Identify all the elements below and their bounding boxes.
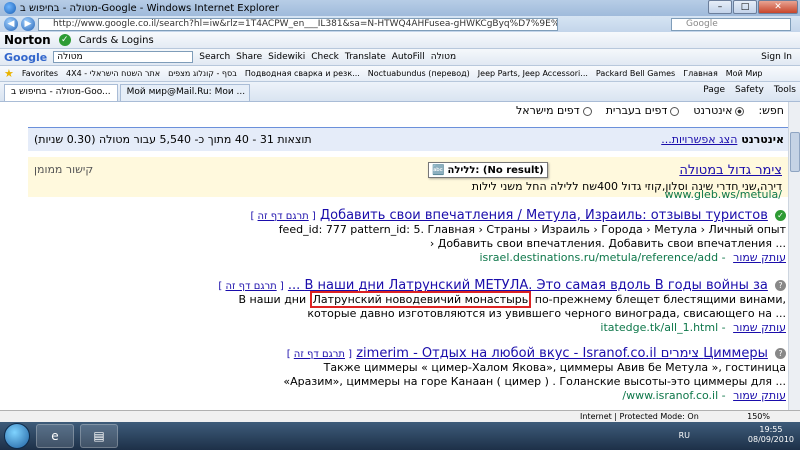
vertical-scrollbar[interactable] bbox=[788, 102, 800, 410]
autofill-button[interactable]: AutoFill bbox=[392, 52, 425, 62]
security-zone: Internet | Protected Mode: On bbox=[580, 412, 699, 421]
window-controls: – □ ✕ bbox=[708, 0, 798, 14]
filter-web[interactable]: אינטרנט bbox=[693, 104, 745, 117]
show-options-link[interactable]: הצג אפשרויות... bbox=[661, 133, 737, 146]
taskbar: e ▤ RU 19:55 08/09/2010 bbox=[0, 422, 800, 450]
highlight-term-button[interactable]: מטולה bbox=[431, 52, 456, 62]
tools-menu[interactable]: Tools bbox=[774, 85, 796, 95]
norton-safe-icon[interactable]: ✓ bbox=[58, 34, 71, 46]
fav-item[interactable]: Noctuabundus (перевод) bbox=[368, 69, 470, 78]
search-result: ? Циммеры צימרים zimerim - Отдых на любо… bbox=[226, 346, 786, 402]
results-statusbar: תוצאות 31 - 40 מתוך כ- 5,540 עבור מטולה … bbox=[28, 127, 790, 151]
radio-icon[interactable] bbox=[670, 106, 680, 116]
minimize-button[interactable]: – bbox=[708, 0, 732, 14]
result-url: itatedge.tk/all_1.html bbox=[600, 321, 719, 334]
fav-item[interactable]: Мой Мир bbox=[726, 69, 763, 78]
search-filters: חפש: אינטרנט דפים בעברית דפים מישראל bbox=[516, 104, 784, 117]
translate-tooltip: 🔤 ללילה: (No result) bbox=[428, 162, 548, 178]
filter-hebrew[interactable]: דפים בעברית bbox=[606, 104, 680, 117]
filter-israel[interactable]: דפים מישראל bbox=[516, 104, 592, 117]
zoom-level[interactable]: 150% bbox=[747, 412, 770, 421]
translate-page-link[interactable]: תרגם דף זה bbox=[258, 211, 309, 222]
result-snippet: › Добавить свои впечатления. Добавить св… bbox=[429, 237, 786, 250]
taskbar-ie-icon[interactable]: e bbox=[36, 424, 74, 448]
clock[interactable]: 19:55 08/09/2010 bbox=[748, 425, 794, 445]
cards-logins-button[interactable]: Cards & Logins bbox=[79, 35, 154, 46]
result-url: israel.destinations.ru/metula/reference/… bbox=[479, 251, 719, 264]
taskbar-folder-icon[interactable]: ▤ bbox=[80, 424, 118, 448]
norton-toolbar: Norton ✓ Cards & Logins bbox=[0, 32, 800, 49]
share-button[interactable]: Share bbox=[236, 52, 262, 62]
result-snippet: Также циммеры « цимер-Халом Якова», цимм… bbox=[323, 361, 786, 374]
google-toolbar-search-input[interactable]: מטולה bbox=[53, 51, 194, 63]
result-url: www.isranof.co.il/ bbox=[622, 389, 719, 402]
section-title: אינטרנט הצג אפשרויות... bbox=[661, 133, 784, 146]
cached-link[interactable]: עותק שמור bbox=[733, 389, 786, 402]
google-toolbar: Google מטולה Search Share Sidewiki Check… bbox=[0, 49, 800, 66]
radio-icon[interactable] bbox=[582, 106, 592, 116]
ie-logo-icon bbox=[4, 2, 16, 14]
favorites-button[interactable]: Favorites bbox=[22, 69, 58, 78]
check-button[interactable]: Check bbox=[311, 52, 339, 62]
cached-link[interactable]: עותק שמור bbox=[733, 251, 786, 264]
page-content: חפש: אינטרנט דפים בעברית דפים מישראל תוצ… bbox=[0, 102, 800, 410]
norton-logo[interactable]: Norton bbox=[4, 33, 51, 47]
fav-item[interactable]: Packard Bell Games bbox=[596, 69, 675, 78]
fav-item[interactable]: בסף - קונלוג מצפים bbox=[168, 69, 237, 78]
scrollbar-thumb[interactable] bbox=[790, 132, 800, 172]
cached-link[interactable]: עותק שמור bbox=[733, 321, 786, 334]
radio-selected-icon[interactable] bbox=[735, 106, 745, 116]
fav-item[interactable]: Главная bbox=[683, 69, 718, 78]
results-info: תוצאות 31 - 40 מתוך כ- 5,540 עבור מטולה … bbox=[34, 133, 312, 146]
result-snippet: В наши дни Латрунский новодевичий монаст… bbox=[238, 291, 786, 308]
signin-button[interactable]: Sign In bbox=[761, 52, 792, 62]
favorites-star-icon[interactable]: ★ bbox=[4, 67, 14, 80]
tab-mail-ru[interactable]: Мой мир@Mail.Ru: Мои ... bbox=[119, 84, 250, 101]
language-indicator[interactable]: RU bbox=[679, 431, 690, 440]
result-title-link[interactable]: Циммеры צימרים zimerim - Отдых на любой … bbox=[356, 346, 768, 361]
title-bar: מטולה - בחיפוש ב-Google - Windows Intern… bbox=[0, 0, 800, 16]
unknown-rating-icon[interactable]: ? bbox=[775, 280, 786, 291]
page-menu[interactable]: Page bbox=[703, 85, 725, 95]
fav-item[interactable]: 4X4 - אתר השטח הישראלי bbox=[66, 69, 160, 78]
favorites-bar: ★ Favorites 4X4 - אתר השטח הישראלי בסף -… bbox=[0, 66, 800, 82]
unknown-rating-icon[interactable]: ? bbox=[775, 348, 786, 359]
command-bar: Page Safety Tools bbox=[703, 85, 796, 95]
translate-icon: 🔤 bbox=[432, 164, 445, 176]
google-toolbar-logo: Google bbox=[4, 50, 48, 64]
sponsored-label: קישור ממומן bbox=[34, 163, 94, 176]
result-snippet: которые давно изготовляются из увившего … bbox=[307, 307, 786, 320]
address-input[interactable]: http://www.google.co.il/search?hl=iw&rlz… bbox=[38, 17, 558, 31]
window-title: מטולה - בחיפוש ב-Google - Windows Intern… bbox=[20, 2, 279, 14]
ie-status-bar: Internet | Protected Mode: On 150% bbox=[0, 410, 800, 422]
tab-bar: מטולה - בחיפוש ב-Goo... Мой мир@Mail.Ru:… bbox=[0, 82, 800, 102]
highlighted-phrase: Латрунский новодевичий монастырь bbox=[309, 291, 532, 308]
ad-url[interactable]: www.gleb.ws/metula/ bbox=[665, 188, 782, 201]
start-button[interactable] bbox=[4, 423, 30, 449]
search-result: ✓ Добавить свои впечатления / Метула, Из… bbox=[226, 208, 786, 264]
safe-check-icon[interactable]: ✓ bbox=[775, 210, 786, 221]
result-snippet: «Аразим», циммеры на горе Канаан ( цимер… bbox=[283, 375, 786, 388]
sidewiki-button[interactable]: Sidewiki bbox=[268, 52, 305, 62]
google-search-button[interactable]: Search bbox=[199, 52, 230, 62]
maximize-button[interactable]: □ bbox=[733, 0, 757, 14]
ie-search-input[interactable]: Google bbox=[671, 17, 791, 31]
address-bar-row: ◀ ▶ http://www.google.co.il/search?hl=iw… bbox=[0, 16, 800, 32]
sponsored-result: קישור ממומן צימר גדול במטולה דירה,שני חד… bbox=[28, 157, 790, 201]
translate-page-link[interactable]: תרגם דף זה bbox=[294, 349, 345, 360]
filter-label: חפש: bbox=[758, 104, 784, 117]
translate-button[interactable]: Translate bbox=[345, 52, 386, 62]
close-button[interactable]: ✕ bbox=[758, 0, 798, 14]
ad-title-link[interactable]: צימר גדול במטולה bbox=[679, 163, 782, 178]
result-snippet: feed_id: 777 pattern_id: 5. Главная › Ст… bbox=[278, 223, 786, 236]
result-title-link[interactable]: Добавить свои впечатления / Метула, Изра… bbox=[320, 208, 768, 223]
back-button[interactable]: ◀ bbox=[4, 17, 18, 31]
fav-item[interactable]: Подводная сварка и резк... bbox=[245, 69, 360, 78]
fav-item[interactable]: Jeep Parts, Jeep Accessori... bbox=[478, 69, 588, 78]
forward-button[interactable]: ▶ bbox=[21, 17, 35, 31]
tab-google-search[interactable]: מטולה - בחיפוש ב-Goo... bbox=[4, 84, 118, 101]
search-result: ? В наши дни Латрунский МЕТУЛА. Это сама… bbox=[218, 278, 786, 334]
safety-menu[interactable]: Safety bbox=[735, 85, 764, 95]
translate-page-link[interactable]: תרגם דף זה bbox=[225, 281, 276, 292]
